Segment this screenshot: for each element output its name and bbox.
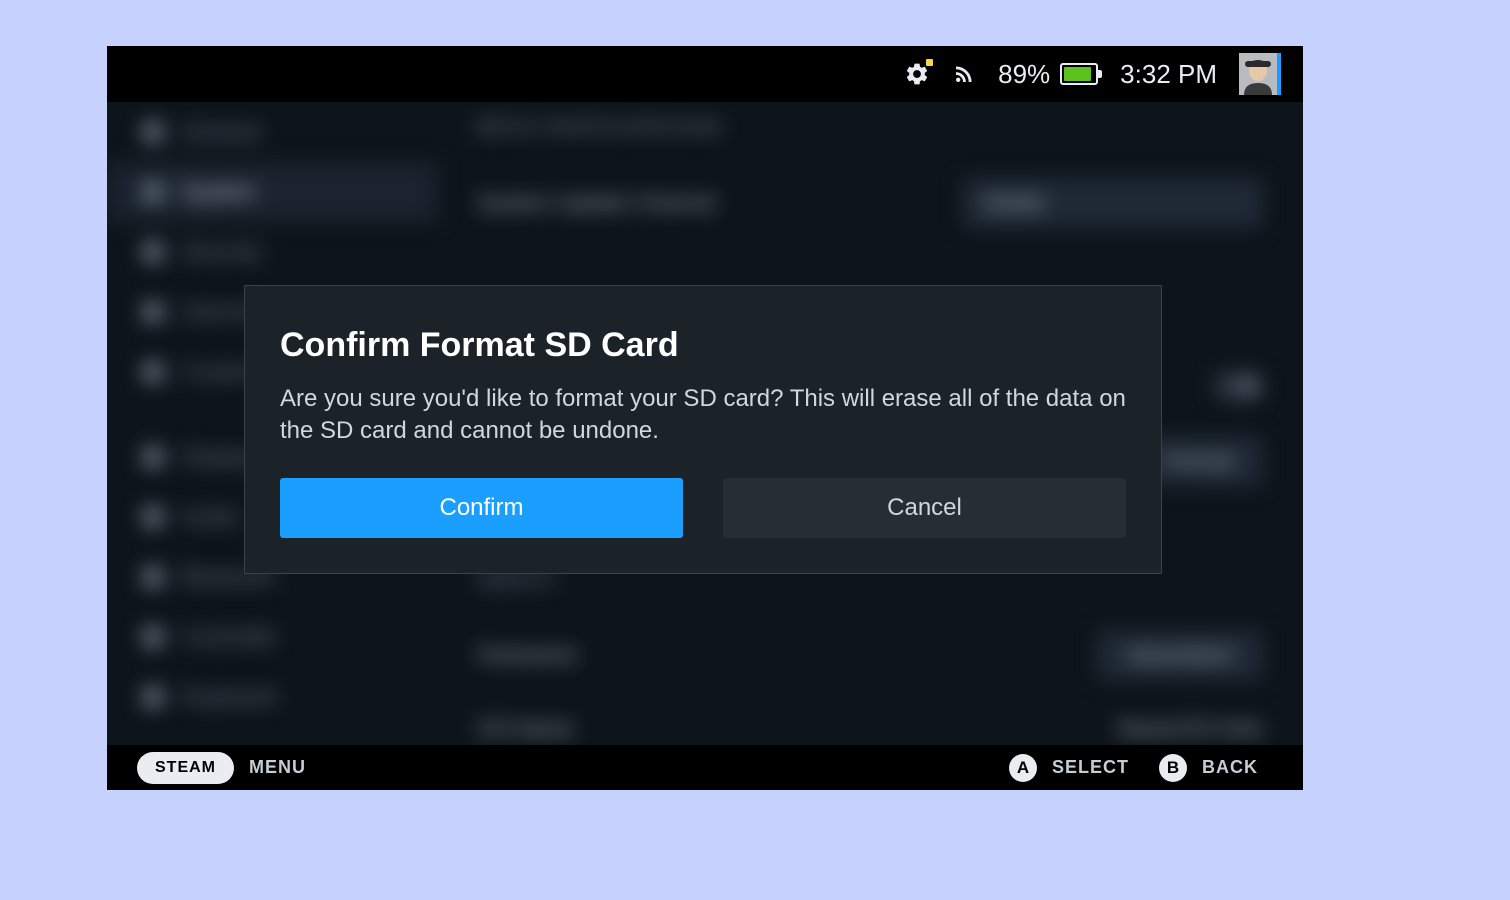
menu-label: MENU xyxy=(249,757,306,778)
setting-hostname: Hostname steamdeck xyxy=(467,612,1273,698)
avatar[interactable] xyxy=(1239,53,1281,95)
b-button-icon: B xyxy=(1159,754,1187,782)
wifi-icon xyxy=(952,62,976,86)
battery-status: 89% xyxy=(998,59,1098,90)
steam-pill: STEAM xyxy=(137,752,234,784)
settings-icon[interactable] xyxy=(904,61,930,87)
confirm-button[interactable]: Confirm xyxy=(280,478,683,538)
clock: 3:32 PM xyxy=(1120,59,1217,90)
app-frame: 89% 3:32 PM General System Security Inte… xyxy=(107,46,1303,790)
setting-label: Hostname xyxy=(477,642,577,668)
a-button-label: SELECT xyxy=(1052,757,1129,778)
top-bar: 89% 3:32 PM xyxy=(107,46,1303,102)
modal-body: Are you sure you'd like to format your S… xyxy=(280,383,1126,448)
os-value: SteamOS Holo xyxy=(1116,716,1263,742)
sidebar-item-keyboard[interactable]: Keyboard xyxy=(107,667,437,727)
update-channel-dropdown[interactable]: Stable xyxy=(963,178,1263,228)
sidebar-item-general[interactable]: General xyxy=(107,102,437,162)
modal-title: Confirm Format SD Card xyxy=(280,326,1126,365)
dev-mode-toggle[interactable] xyxy=(1213,372,1263,400)
settings-notification-badge xyxy=(926,59,933,66)
battery-percent: 89% xyxy=(998,59,1050,90)
setting-label: System Update Channel xyxy=(477,190,715,216)
setting-update-channel: System Update Channel Stable xyxy=(467,160,1273,246)
confirm-format-modal: Confirm Format SD Card Are you sure you'… xyxy=(244,285,1162,574)
b-button-label: BACK xyxy=(1202,757,1258,778)
cancel-button[interactable]: Cancel xyxy=(723,478,1126,538)
hostname-value[interactable]: steamdeck xyxy=(1097,630,1263,680)
steam-menu-button[interactable]: STEAM MENU xyxy=(137,752,306,784)
section-beta: BETA PARTICIPATION xyxy=(467,102,1273,160)
a-button-icon: A xyxy=(1009,754,1037,782)
sidebar-item-controller[interactable]: Controller xyxy=(107,607,437,667)
bottom-bar: STEAM MENU A SELECT B BACK xyxy=(107,745,1303,790)
sidebar-item-system[interactable]: System xyxy=(107,162,437,222)
setting-label: OS Name xyxy=(477,716,574,742)
battery-icon xyxy=(1060,63,1098,85)
sidebar-item-security[interactable]: Security xyxy=(107,222,437,282)
